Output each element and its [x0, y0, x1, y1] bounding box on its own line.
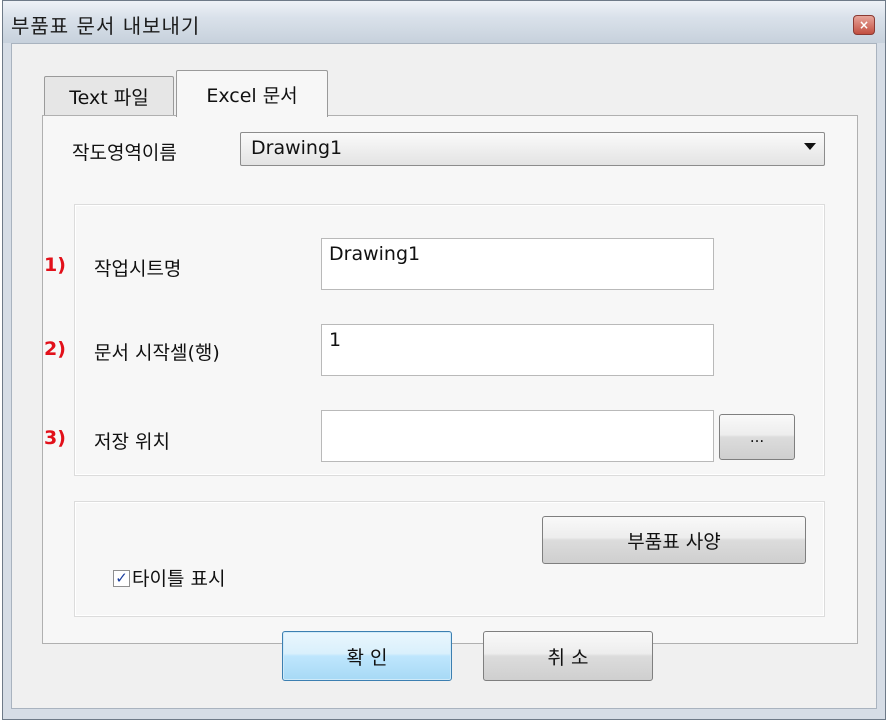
- show-title-label: 타이틀 표시: [132, 568, 226, 590]
- tab-label: Excel 문서: [206, 84, 298, 107]
- sheet-name-input[interactable]: Drawing1: [321, 238, 714, 290]
- dialog-body: Text 파일 Excel 문서 작도영역이름 Drawing1 1) 작업시트…: [11, 43, 877, 709]
- close-button[interactable]: ×: [853, 15, 875, 35]
- export-dialog: 부품표 문서 내보내기 × Text 파일 Excel 문서 작도영역이름 Dr…: [2, 0, 886, 720]
- close-icon: ×: [858, 18, 870, 32]
- save-location-label: 저장 위치: [94, 431, 170, 453]
- ok-label: 확 인: [346, 646, 388, 669]
- start-cell-label: 문서 시작셀(행): [94, 342, 220, 364]
- field-number: 2): [44, 338, 66, 360]
- field-number: 1): [44, 254, 66, 276]
- drawing-area-label: 작도영역이름: [72, 142, 177, 164]
- drawing-area-select[interactable]: Drawing1: [240, 132, 825, 166]
- ok-button[interactable]: 확 인: [282, 631, 452, 681]
- field-number: 3): [44, 427, 66, 449]
- tab-text-file[interactable]: Text 파일: [44, 76, 174, 116]
- sheet-name-label: 작업시트명: [94, 258, 182, 280]
- spec-button-label: 부품표 사양: [627, 530, 721, 553]
- start-cell-input[interactable]: 1: [321, 324, 714, 376]
- sheet-name-value: Drawing1: [329, 243, 421, 265]
- browse-button[interactable]: ...: [719, 414, 795, 460]
- show-title-checkbox[interactable]: ✓: [113, 570, 130, 587]
- window-title: 부품표 문서 내보내기: [11, 14, 201, 38]
- browse-label: ...: [749, 428, 765, 446]
- cancel-button[interactable]: 취 소: [483, 631, 653, 681]
- parts-list-spec-button[interactable]: 부품표 사양: [542, 516, 806, 564]
- tab-excel-document[interactable]: Excel 문서: [176, 70, 328, 117]
- checkmark-icon: ✓: [115, 569, 128, 587]
- start-cell-value: 1: [329, 329, 342, 351]
- cancel-label: 취 소: [547, 646, 589, 669]
- tab-label: Text 파일: [69, 87, 149, 109]
- drawing-area-value: Drawing1: [251, 137, 343, 159]
- chevron-down-icon: [804, 143, 816, 150]
- save-location-input[interactable]: [321, 410, 714, 462]
- title-bar[interactable]: 부품표 문서 내보내기 ×: [3, 1, 885, 43]
